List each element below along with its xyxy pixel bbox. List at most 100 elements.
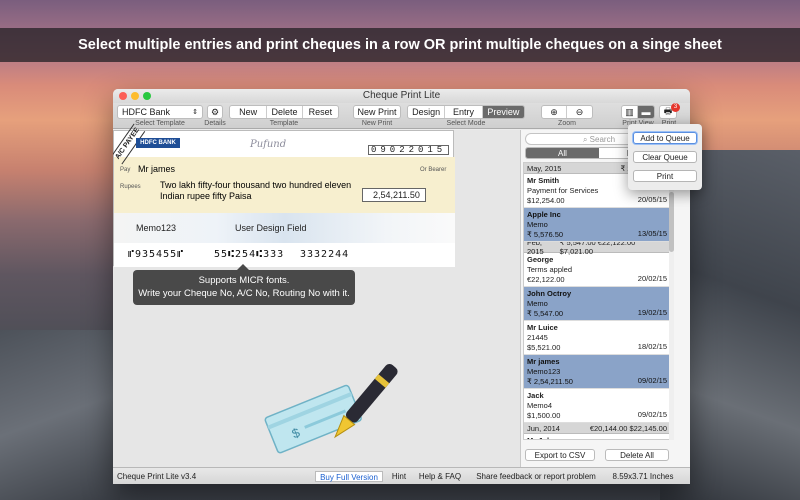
gear-icon: ⚙ — [210, 106, 220, 117]
template-delete-button[interactable]: Delete — [267, 106, 303, 118]
help-faq-button[interactable]: Help & FAQ — [415, 471, 465, 482]
entry-name: Jack — [527, 391, 544, 400]
cheque-entry-list: May, 2015₹ 2,59,788.00Mr SmithPayment fo… — [523, 162, 671, 440]
feedback-button[interactable]: Share feedback or report problem — [473, 471, 599, 482]
or-bearer-label: Or Bearer — [420, 167, 447, 173]
promo-banner: Select multiple entries and print cheque… — [0, 28, 800, 62]
zoom-window-button[interactable] — [143, 92, 151, 100]
sheet-icon: ▬ — [641, 107, 651, 117]
select-mode-caption: Select Mode — [446, 120, 486, 127]
zoom-in-icon: ⊕ — [550, 106, 558, 117]
details-caption: Details — [204, 120, 226, 127]
signature-mark: Pufund — [250, 139, 287, 150]
mode-entry-button[interactable]: Entry — [445, 106, 483, 118]
entry-date: 18/02/15 — [637, 342, 667, 351]
background-rock-left — [0, 330, 120, 500]
zoom-caption: Zoom — [558, 120, 576, 127]
list-item[interactable]: George Terms appled €22,122.00 20/02/15 — [524, 253, 670, 287]
print-queue-popover: Add to Queue Clear Queue Print — [628, 124, 702, 190]
amount-figure: 2,54,211.50 — [373, 190, 420, 200]
zoom-in-button[interactable]: ⊕ — [542, 106, 568, 118]
minimize-window-button[interactable] — [131, 92, 139, 100]
pay-label: Pay — [120, 167, 131, 173]
version-label: Cheque Print Lite v3.4 — [117, 472, 197, 481]
list-item[interactable]: Apple Inc Memo ₹ 5,576.50 13/05/15 — [524, 208, 670, 242]
status-bar: Cheque Print Lite v3.4 Buy Full Version … — [113, 467, 690, 484]
mode-design-button[interactable]: Design — [408, 106, 446, 118]
entry-name: John Octroy — [527, 289, 572, 298]
template-new-button[interactable]: New — [230, 106, 268, 118]
sheet-view-button[interactable]: ▬ — [638, 106, 654, 118]
tab-all[interactable]: All — [526, 148, 599, 158]
micr-routing-number: 55⑆254⑆333 — [214, 249, 285, 260]
rupees-label: Rupees — [120, 184, 141, 190]
toolbar: HDFC Bank ⇕ Select Template ⚙ Details Ne… — [113, 103, 690, 129]
list-item[interactable]: Jack Memo4 $1,500.00 09/02/15 — [524, 389, 670, 423]
memo-field: Memo123 — [136, 223, 177, 233]
list-item[interactable]: Mr John — [524, 434, 670, 439]
list-item[interactable]: Mr Luice 21445 $5,521.00 18/02/15 — [524, 321, 670, 355]
delete-all-button[interactable]: Delete All — [605, 449, 669, 461]
new-print-label: New Print — [357, 107, 397, 117]
details-button[interactable]: ⚙ — [207, 105, 223, 119]
cheque-date-value: 09022015 — [368, 145, 450, 155]
scrollbar-thumb[interactable] — [669, 192, 674, 252]
cheque-preview: A/C PAYEE HDFC BANK Pufund 09022015 Pay … — [113, 123, 455, 267]
group-total: €20,144.00 $22,145.00 — [589, 423, 667, 433]
close-window-button[interactable] — [119, 92, 127, 100]
user-design-field: User Design Field — [235, 223, 307, 233]
amount-box: 2,54,211.50 — [362, 188, 426, 202]
search-placeholder: Search — [589, 135, 616, 144]
export-csv-button[interactable]: Export to CSV — [525, 449, 595, 461]
page-size-label: 8.59x3.71 Inches — [612, 472, 674, 481]
new-print-button[interactable]: New Print — [353, 105, 401, 119]
cheque-canvas: A/C PAYEE HDFC BANK Pufund 09022015 Pay … — [113, 123, 520, 467]
entry-name: Mr John — [527, 436, 667, 439]
title-bar: Cheque Print Lite — [113, 89, 690, 103]
entry-date: 09/02/15 — [637, 376, 667, 385]
entry-date: 20/05/15 — [637, 195, 667, 204]
entry-name: Apple Inc — [527, 210, 561, 219]
promo-banner-text: Select multiple entries and print cheque… — [78, 37, 722, 53]
entry-date: 13/05/15 — [637, 229, 667, 238]
payee-name: Mr james — [138, 164, 176, 174]
app-window: Cheque Print Lite HDFC Bank ⇕ Select Tem… — [113, 89, 690, 484]
entry-date: 20/02/15 — [637, 274, 667, 283]
window-controls — [119, 92, 151, 100]
new-print-caption: New Print — [361, 120, 393, 127]
popup-print-button[interactable]: Print — [633, 170, 697, 182]
micr-account-number: 3332244 — [300, 249, 350, 260]
clear-queue-button[interactable]: Clear Queue — [633, 151, 697, 163]
zoom-out-icon: ⊖ — [575, 106, 584, 117]
select-template-caption: Select Template — [135, 120, 185, 127]
list-scrollbar[interactable] — [669, 162, 674, 440]
template-buttons: New Delete Reset — [229, 105, 339, 119]
zoom-out-button[interactable]: ⊖ — [567, 106, 592, 118]
entry-name: Mr james — [527, 357, 560, 366]
entry-name: George — [527, 255, 554, 264]
hint-button[interactable]: Hint — [389, 471, 409, 482]
single-view-button[interactable]: ▥ — [622, 106, 639, 118]
list-item[interactable]: Mr james Memo123 ₹ 2,54,211.50 09/02/15 — [524, 355, 670, 389]
bank-select-value: HDFC Bank — [122, 107, 171, 117]
columns-icon: ▥ — [625, 106, 634, 117]
entry-date: 09/02/15 — [637, 410, 667, 419]
bank-select[interactable]: HDFC Bank ⇕ — [117, 105, 203, 119]
template-reset-button[interactable]: Reset — [303, 106, 338, 118]
micr-cheque-number: ⑈935455⑈ — [128, 249, 185, 260]
buy-full-version-button[interactable]: Buy Full Version — [315, 471, 383, 482]
cheque-pen-illustration: $ — [264, 364, 398, 454]
group-month: May, 2015 — [527, 163, 562, 173]
search-icon: ⌕ — [582, 135, 588, 144]
mode-preview-button[interactable]: Preview — [482, 106, 524, 118]
select-arrows-icon: ⇕ — [192, 109, 198, 116]
tooltip-line-2: Write your Cheque No, A/C No, Routing No… — [138, 288, 350, 299]
list-item[interactable]: John Octroy Memo ₹ 5,547.00 19/02/15 — [524, 287, 670, 321]
entry-name: Mr Luice — [527, 323, 558, 332]
print-queue-badge: 3 — [671, 103, 680, 112]
amount-in-words: Two lakh fifty-four thousand two hundred… — [160, 180, 352, 201]
add-to-queue-button[interactable]: Add to Queue — [633, 132, 697, 144]
month-group-header: Jun, 2014 €20,144.00 $22,145.00 — [524, 423, 670, 434]
mode-selector: Design Entry Preview — [407, 105, 525, 119]
window-title: Cheque Print Lite — [362, 90, 441, 101]
